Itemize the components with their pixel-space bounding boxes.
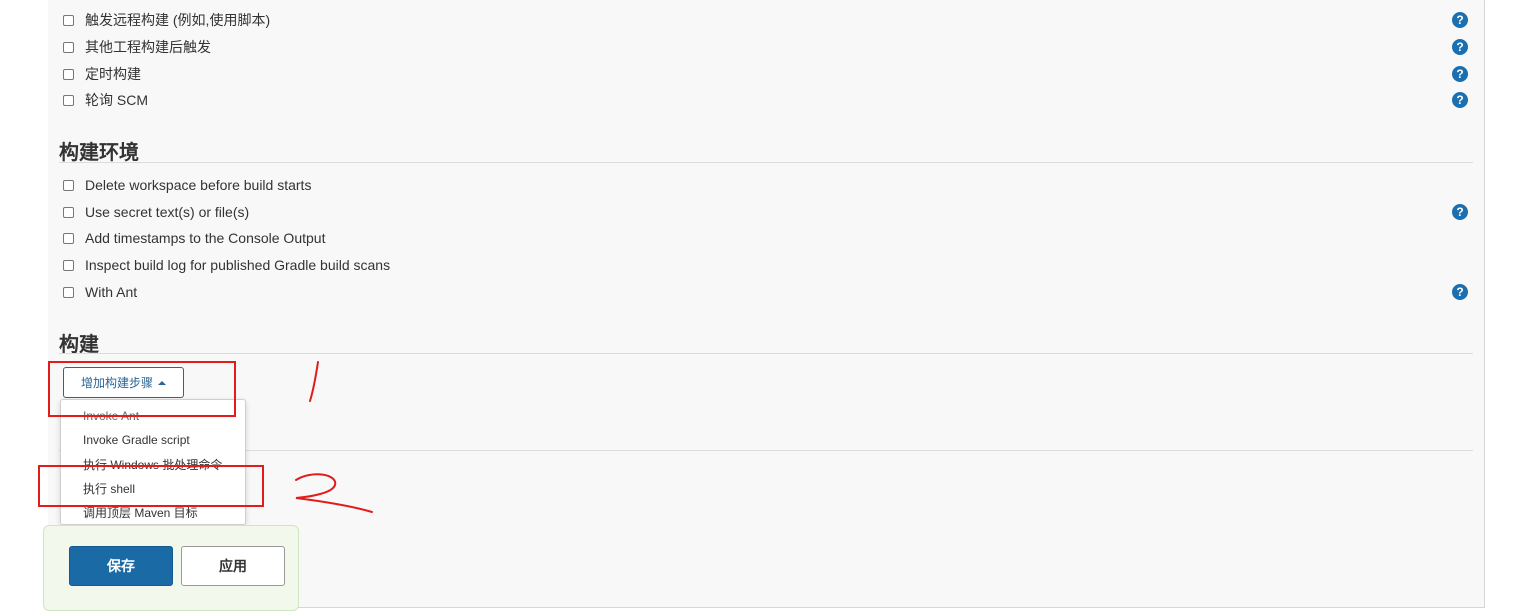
annotation-scribbles <box>295 361 373 513</box>
